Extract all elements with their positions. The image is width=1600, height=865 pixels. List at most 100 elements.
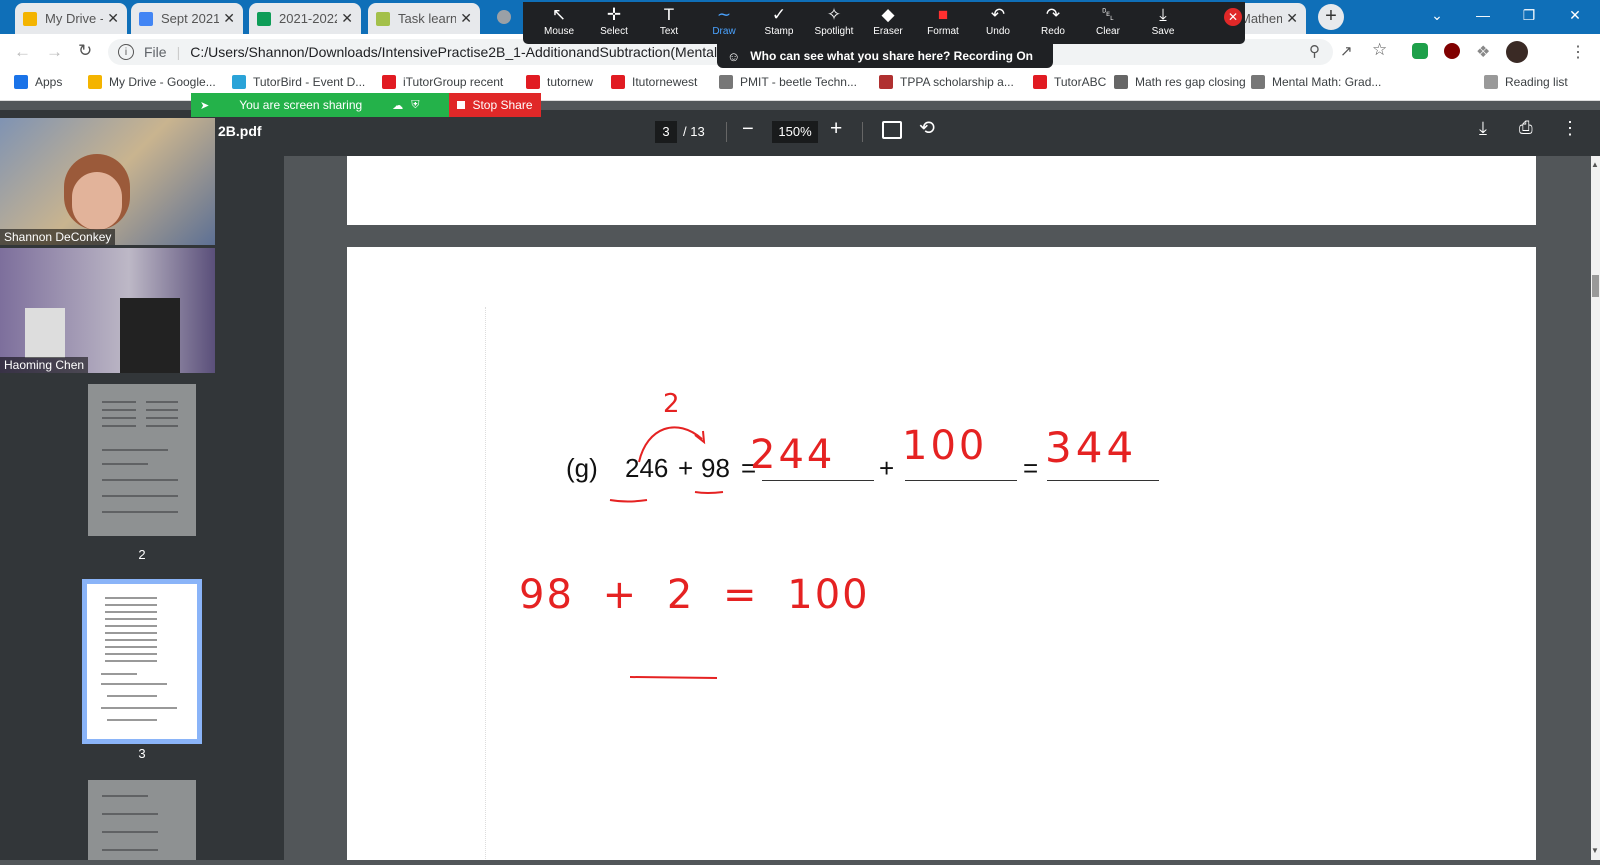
clear-icon: ␡ <box>1101 5 1115 24</box>
bookmark-item[interactable]: TutorABC <box>1033 75 1106 89</box>
viewer-scrollbar[interactable] <box>1591 156 1600 860</box>
tool-label: Undo <box>986 26 1010 37</box>
zoom-level-input[interactable]: 150% <box>772 121 818 143</box>
bookmark-label: Apps <box>35 75 63 89</box>
fit-to-page-icon[interactable] <box>882 121 902 139</box>
annotate-tool-eraser[interactable]: ◆ Eraser <box>860 4 916 42</box>
back-icon[interactable]: ← <box>14 42 31 62</box>
zoom-in-icon[interactable]: + <box>830 117 842 141</box>
save-icon: ⤓ <box>1159 5 1167 24</box>
close-annotation-icon[interactable]: ✕ <box>1224 8 1242 26</box>
zoom-out-icon[interactable]: − <box>742 118 754 141</box>
bookmark-item[interactable]: PMIT - beetle Techn... <box>719 75 857 89</box>
extensions-puzzle-icon[interactable]: ❖ <box>1476 42 1490 62</box>
bookmark-label: iTutorGroup recent <box>403 75 504 89</box>
thumbnail-label-2: 2 <box>138 547 146 562</box>
browser-tab-1[interactable]: My Drive - ✕ <box>15 3 127 34</box>
close-tab-icon[interactable]: ✕ <box>107 10 119 27</box>
browser-tab-2[interactable]: Sept 2021 ✕ <box>131 3 243 34</box>
close-tab-icon[interactable]: ✕ <box>341 10 353 27</box>
chrome-menu-icon[interactable]: ⋮ <box>1570 42 1586 62</box>
screen-sharing-banner[interactable]: ➤ You are screen sharing ☁ ⛨ <box>191 93 449 117</box>
participant-video-1[interactable]: Shannon DeConkey <box>0 118 215 245</box>
profile-avatar[interactable] <box>1506 41 1528 63</box>
annotate-tool-format[interactable]: ■ Format <box>915 4 971 42</box>
bookmark-item[interactable]: tutornew <box>526 75 593 89</box>
close-tab-icon[interactable]: ✕ <box>1286 10 1298 27</box>
annotate-tool-spotlight[interactable]: ✧ Spotlight <box>806 4 862 42</box>
annotate-tool-save[interactable]: ⤓ Save <box>1135 4 1191 42</box>
pdf-viewer[interactable]: (g) 246 + 98 = + = 2 244 100 344 98 + 2 … <box>284 156 1591 860</box>
annotate-tool-text[interactable]: T Text <box>641 4 697 42</box>
download-icon[interactable]: ⤓ <box>1479 118 1487 139</box>
bookmark-item[interactable]: Reading list <box>1484 75 1568 89</box>
rotate-icon[interactable]: ⟲ <box>919 117 935 140</box>
extension-green-icon[interactable] <box>1412 43 1428 59</box>
bookmark-item[interactable]: Apps <box>14 75 62 89</box>
browser-tab-4[interactable]: Task learn ✕ <box>368 3 480 34</box>
browser-tab-3[interactable]: 2021-2022 ✕ <box>249 3 361 34</box>
coat-object <box>120 298 180 373</box>
close-tab-icon[interactable]: ✕ <box>460 10 472 27</box>
drag-handle-icon[interactable]: ➤ <box>200 99 209 112</box>
forward-icon[interactable]: → <box>46 42 63 62</box>
ublock-icon[interactable] <box>1444 43 1460 59</box>
annotate-tool-redo[interactable]: ↷ Redo <box>1025 4 1081 42</box>
bookmark-item[interactable]: TutorBird - Event D... <box>232 75 365 89</box>
minimize-button[interactable]: — <box>1461 0 1505 30</box>
reload-icon[interactable]: ↻ <box>78 41 92 61</box>
close-tab-icon[interactable]: ✕ <box>223 10 235 27</box>
underline-6 <box>609 499 648 503</box>
annotate-tool-stamp[interactable]: ✓ Stamp <box>751 4 807 42</box>
bookmark-favicon-icon <box>1251 75 1265 89</box>
page-thumbnail-4[interactable] <box>88 780 196 860</box>
tool-label: Draw <box>712 26 736 37</box>
bookmark-item[interactable]: TPPA scholarship a... <box>879 75 1014 89</box>
zoom-page-icon[interactable]: ⚲ <box>1309 42 1320 60</box>
participant-video-2[interactable]: Haoming Chen <box>0 248 215 373</box>
handwritten-answer-1: 244 <box>750 432 836 478</box>
bookmark-item[interactable]: Itutornewest <box>611 75 697 89</box>
page-thumbnail-3-selected[interactable] <box>82 579 202 744</box>
print-icon[interactable]: ⎙ <box>1519 118 1533 138</box>
work-answer-line <box>629 676 718 679</box>
annotate-tool-mouse[interactable]: ↖ Mouse <box>531 4 587 42</box>
bookmark-label: My Drive - Google... <box>109 75 216 89</box>
annotate-tool-undo[interactable]: ↶ Undo <box>970 4 1026 42</box>
viewer-scroll-thumb[interactable] <box>1592 275 1599 297</box>
bookmark-label: TPPA scholarship a... <box>900 75 1014 89</box>
bookmark-item[interactable]: Mental Math: Grad... <box>1251 75 1381 89</box>
bookmark-item[interactable]: My Drive - Google... <box>88 75 216 89</box>
close-window-button[interactable]: ✕ <box>1553 0 1597 30</box>
recording-notice[interactable]: ☺ Who can see what you share here? Recor… <box>717 44 1053 68</box>
tab-title: My Drive - <box>45 11 104 26</box>
more-options-icon[interactable]: ⋮ <box>1561 118 1579 139</box>
annotate-tool-select[interactable]: ✛ Select <box>586 4 642 42</box>
scroll-up-icon[interactable]: ▲ <box>1591 160 1599 169</box>
page-thumbnail-2[interactable] <box>88 384 196 536</box>
handwritten-carry: 2 <box>663 389 680 419</box>
draw-icon: ∼ <box>716 5 732 24</box>
bookmark-favicon-icon <box>1484 75 1498 89</box>
handwritten-answer-2: 100 <box>902 423 988 469</box>
bookmark-star-icon[interactable]: ☆ <box>1372 40 1387 60</box>
shield-icon: ⛨ <box>411 98 420 111</box>
page-number-input[interactable]: 3 <box>655 121 677 143</box>
participant-name-2: Haoming Chen <box>0 357 89 373</box>
partial-tab-favicon-icon[interactable] <box>497 10 511 24</box>
annotate-tool-clear[interactable]: ␡ Clear <box>1080 4 1136 42</box>
scroll-down-icon[interactable]: ▼ <box>1591 846 1599 855</box>
redo-icon: ↷ <box>1045 5 1061 24</box>
address-url: C:/Users/Shannon/Downloads/IntensivePrac… <box>190 44 735 60</box>
bookmark-item[interactable]: iTutorGroup recent <box>382 75 503 89</box>
tab-search-button[interactable]: ⌄ <box>1415 0 1459 30</box>
annotate-tool-draw[interactable]: ∼ Draw <box>696 4 752 42</box>
bookmark-item[interactable]: Math res gap closing <box>1114 75 1246 89</box>
share-page-icon[interactable]: ↗ <box>1340 42 1353 60</box>
bookmark-favicon-icon <box>1114 75 1128 89</box>
restore-button[interactable]: ❐ <box>1507 0 1551 30</box>
toolbar-divider <box>726 122 727 142</box>
handwriting-strokes <box>609 426 724 679</box>
stop-share-button[interactable]: Stop Share <box>449 93 541 117</box>
new-tab-button[interactable]: + <box>1318 4 1344 30</box>
